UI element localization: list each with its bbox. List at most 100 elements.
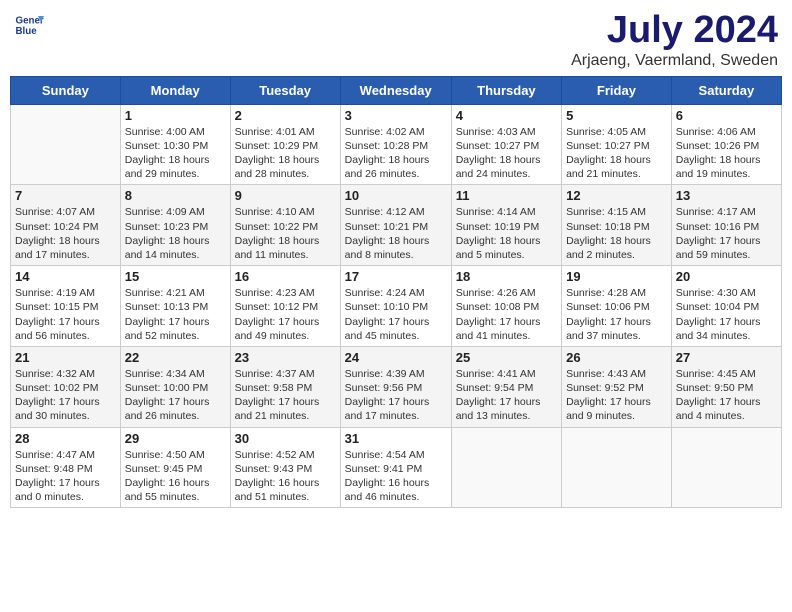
day-cell-27: 27 Sunrise: 4:45 AM Sunset: 9:50 PM Dayli… xyxy=(671,346,781,427)
month-title: July 2024 xyxy=(571,10,778,52)
day-info: Sunrise: 4:41 AM Sunset: 9:54 PM Dayligh… xyxy=(456,367,557,424)
day-cell-15: 15 Sunrise: 4:21 AM Sunset: 10:13 PM Dayl… xyxy=(120,266,230,347)
day-info: Sunrise: 4:12 AM Sunset: 10:21 PM Daylig… xyxy=(345,205,447,262)
logo-icon: General Blue xyxy=(14,10,44,40)
day-info: Sunrise: 4:32 AM Sunset: 10:02 PM Daylig… xyxy=(15,367,116,424)
day-info: Sunrise: 4:00 AM Sunset: 10:30 PM Daylig… xyxy=(125,125,226,182)
day-cell-17: 17Sunrise: 4:24 AM Sunset: 10:10 PM Dayl… xyxy=(340,266,451,347)
day-number: 8 xyxy=(125,188,226,203)
day-info: Sunrise: 4:39 AM Sunset: 9:56 PM Dayligh… xyxy=(345,367,447,424)
day-info: Sunrise: 4:47 AM Sunset: 9:48 PM Dayligh… xyxy=(15,448,116,505)
day-info: Sunrise: 4:37 AM Sunset: 9:58 PM Dayligh… xyxy=(235,367,336,424)
day-number: 30 xyxy=(235,431,336,446)
empty-cell-4-4 xyxy=(451,427,561,508)
week-row-2: 7 Sunrise: 4:07 AM Sunset: 10:24 PM Dayli… xyxy=(11,185,782,266)
day-cell-16: 16 Sunrise: 4:23 AM Sunset: 10:12 PM Dayl… xyxy=(230,266,340,347)
day-number: 11 xyxy=(456,188,557,203)
day-cell-23: 23 Sunrise: 4:37 AM Sunset: 9:58 PM Dayli… xyxy=(230,346,340,427)
day-cell-5: 5Sunrise: 4:05 AM Sunset: 10:27 PM Dayli… xyxy=(562,104,672,185)
day-info: Sunrise: 4:01 AM Sunset: 10:29 PM Daylig… xyxy=(235,125,336,182)
day-number: 9 xyxy=(235,188,336,203)
day-cell-3: 3 Sunrise: 4:02 AM Sunset: 10:28 PM Dayli… xyxy=(340,104,451,185)
day-cell-1: 1 Sunrise: 4:00 AM Sunset: 10:30 PM Dayli… xyxy=(120,104,230,185)
day-cell-20: 20Sunrise: 4:30 AM Sunset: 10:04 PM Dayl… xyxy=(671,266,781,347)
day-number: 20 xyxy=(676,269,777,284)
day-cell-9: 9 Sunrise: 4:10 AM Sunset: 10:22 PM Dayli… xyxy=(230,185,340,266)
day-cell-21: 21 Sunrise: 4:32 AM Sunset: 10:02 PM Dayl… xyxy=(11,346,121,427)
day-number: 14 xyxy=(15,269,116,284)
day-number: 2 xyxy=(235,108,336,123)
weekday-header-row: SundayMondayTuesdayWednesdayThursdayFrid… xyxy=(11,76,782,104)
day-number: 3 xyxy=(345,108,447,123)
day-number: 12 xyxy=(566,188,667,203)
day-info: Sunrise: 4:02 AM Sunset: 10:28 PM Daylig… xyxy=(345,125,447,182)
day-cell-14: 14Sunrise: 4:19 AM Sunset: 10:15 PM Dayl… xyxy=(11,266,121,347)
day-number: 18 xyxy=(456,269,557,284)
day-info: Sunrise: 4:50 AM Sunset: 9:45 PM Dayligh… xyxy=(125,448,226,505)
day-number: 13 xyxy=(676,188,777,203)
empty-cell-4-5 xyxy=(562,427,672,508)
day-number: 27 xyxy=(676,350,777,365)
day-cell-24: 24 Sunrise: 4:39 AM Sunset: 9:56 PM Dayli… xyxy=(340,346,451,427)
day-number: 23 xyxy=(235,350,336,365)
week-row-4: 21 Sunrise: 4:32 AM Sunset: 10:02 PM Dayl… xyxy=(11,346,782,427)
day-number: 24 xyxy=(345,350,447,365)
day-info: Sunrise: 4:14 AM Sunset: 10:19 PM Daylig… xyxy=(456,205,557,262)
weekday-header-thursday: Thursday xyxy=(451,76,561,104)
day-number: 22 xyxy=(125,350,226,365)
day-info: Sunrise: 4:45 AM Sunset: 9:50 PM Dayligh… xyxy=(676,367,777,424)
weekday-header-saturday: Saturday xyxy=(671,76,781,104)
day-number: 25 xyxy=(456,350,557,365)
weekday-header-tuesday: Tuesday xyxy=(230,76,340,104)
day-number: 29 xyxy=(125,431,226,446)
day-cell-10: 10 Sunrise: 4:12 AM Sunset: 10:21 PM Dayl… xyxy=(340,185,451,266)
week-row-3: 14Sunrise: 4:19 AM Sunset: 10:15 PM Dayl… xyxy=(11,266,782,347)
day-info: Sunrise: 4:34 AM Sunset: 10:00 PM Daylig… xyxy=(125,367,226,424)
day-info: Sunrise: 4:07 AM Sunset: 10:24 PM Daylig… xyxy=(15,205,116,262)
weekday-header-friday: Friday xyxy=(562,76,672,104)
day-cell-7: 7 Sunrise: 4:07 AM Sunset: 10:24 PM Dayli… xyxy=(11,185,121,266)
day-cell-28: 28 Sunrise: 4:47 AM Sunset: 9:48 PM Dayli… xyxy=(11,427,121,508)
weekday-header-wednesday: Wednesday xyxy=(340,76,451,104)
day-number: 26 xyxy=(566,350,667,365)
day-number: 16 xyxy=(235,269,336,284)
day-cell-26: 26 Sunrise: 4:43 AM Sunset: 9:52 PM Dayli… xyxy=(562,346,672,427)
day-info: Sunrise: 4:10 AM Sunset: 10:22 PM Daylig… xyxy=(235,205,336,262)
day-number: 28 xyxy=(15,431,116,446)
day-info: Sunrise: 4:43 AM Sunset: 9:52 PM Dayligh… xyxy=(566,367,667,424)
page-header: General Blue July 2024 Arjaeng, Vaermlan… xyxy=(10,10,782,70)
day-number: 10 xyxy=(345,188,447,203)
day-number: 5 xyxy=(566,108,667,123)
day-cell-11: 11 Sunrise: 4:14 AM Sunset: 10:19 PM Dayl… xyxy=(451,185,561,266)
day-info: Sunrise: 4:54 AM Sunset: 9:41 PM Dayligh… xyxy=(345,448,447,505)
day-info: Sunrise: 4:28 AM Sunset: 10:06 PM Daylig… xyxy=(566,286,667,343)
day-info: Sunrise: 4:03 AM Sunset: 10:27 PM Daylig… xyxy=(456,125,557,182)
day-cell-22: 22 Sunrise: 4:34 AM Sunset: 10:00 PM Dayl… xyxy=(120,346,230,427)
day-number: 7 xyxy=(15,188,116,203)
day-cell-18: 18 Sunrise: 4:26 AM Sunset: 10:08 PM Dayl… xyxy=(451,266,561,347)
day-info: Sunrise: 4:17 AM Sunset: 10:16 PM Daylig… xyxy=(676,205,777,262)
day-cell-13: 13 Sunrise: 4:17 AM Sunset: 10:16 PM Dayl… xyxy=(671,185,781,266)
day-info: Sunrise: 4:23 AM Sunset: 10:12 PM Daylig… xyxy=(235,286,336,343)
day-number: 21 xyxy=(15,350,116,365)
day-info: Sunrise: 4:09 AM Sunset: 10:23 PM Daylig… xyxy=(125,205,226,262)
day-number: 6 xyxy=(676,108,777,123)
day-cell-2: 2 Sunrise: 4:01 AM Sunset: 10:29 PM Dayli… xyxy=(230,104,340,185)
empty-cell-0-0 xyxy=(11,104,121,185)
day-number: 15 xyxy=(125,269,226,284)
day-info: Sunrise: 4:52 AM Sunset: 9:43 PM Dayligh… xyxy=(235,448,336,505)
svg-text:Blue: Blue xyxy=(16,26,38,37)
day-info: Sunrise: 4:15 AM Sunset: 10:18 PM Daylig… xyxy=(566,205,667,262)
day-cell-30: 30 Sunrise: 4:52 AM Sunset: 9:43 PM Dayli… xyxy=(230,427,340,508)
calendar-table: SundayMondayTuesdayWednesdayThursdayFrid… xyxy=(10,76,782,508)
day-cell-25: 25 Sunrise: 4:41 AM Sunset: 9:54 PM Dayli… xyxy=(451,346,561,427)
day-number: 31 xyxy=(345,431,447,446)
day-info: Sunrise: 4:24 AM Sunset: 10:10 PM Daylig… xyxy=(345,286,447,343)
day-cell-6: 6Sunrise: 4:06 AM Sunset: 10:26 PM Dayli… xyxy=(671,104,781,185)
week-row-1: 1 Sunrise: 4:00 AM Sunset: 10:30 PM Dayli… xyxy=(11,104,782,185)
day-number: 1 xyxy=(125,108,226,123)
day-info: Sunrise: 4:26 AM Sunset: 10:08 PM Daylig… xyxy=(456,286,557,343)
title-area: July 2024 Arjaeng, Vaermland, Sweden xyxy=(571,10,778,70)
day-info: Sunrise: 4:21 AM Sunset: 10:13 PM Daylig… xyxy=(125,286,226,343)
day-cell-8: 8 Sunrise: 4:09 AM Sunset: 10:23 PM Dayli… xyxy=(120,185,230,266)
